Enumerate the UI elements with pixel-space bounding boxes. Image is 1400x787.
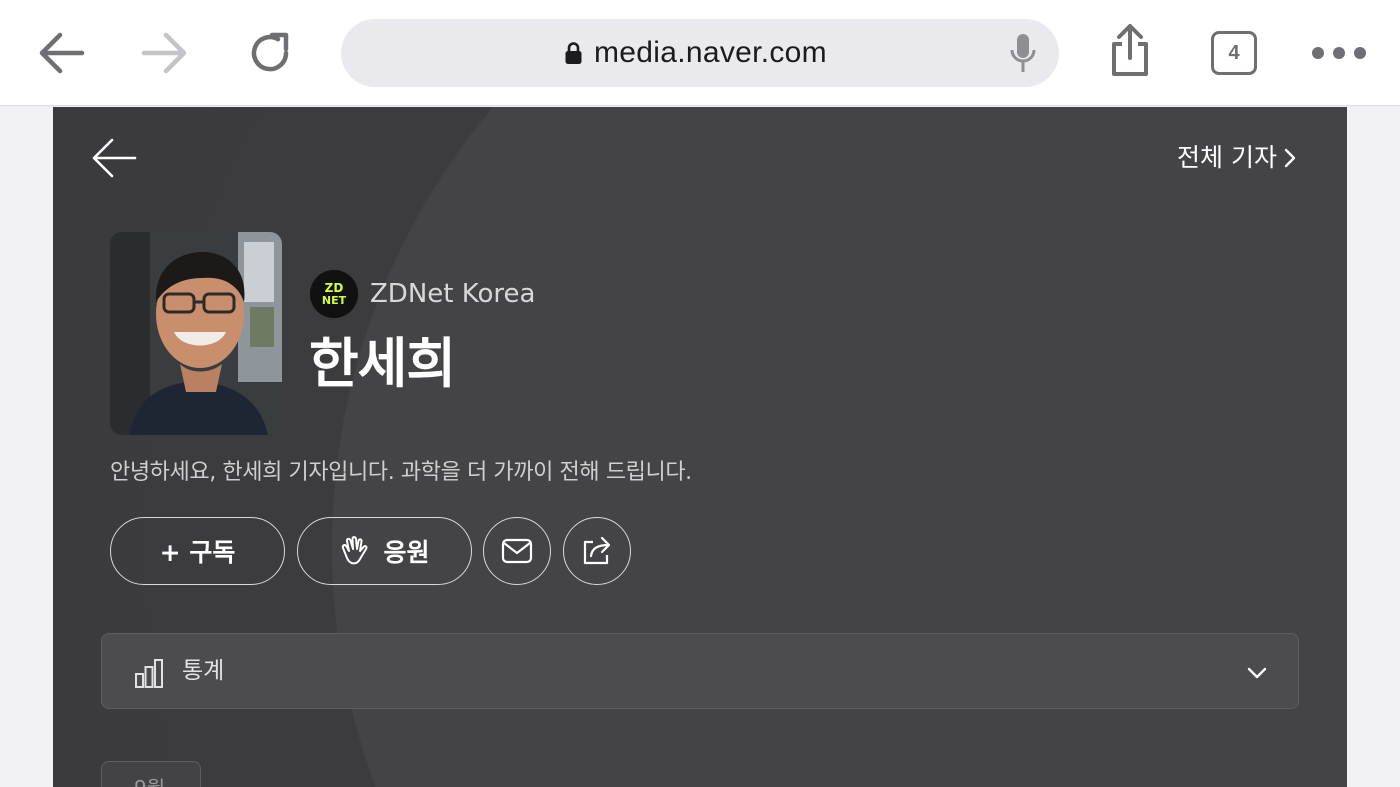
browser-back-button[interactable] (30, 26, 92, 80)
month-tab-label: 9월 (134, 772, 165, 787)
month-tab[interactable]: 9월 (101, 761, 201, 787)
clap-hand-icon (342, 536, 368, 565)
svg-text:ZD: ZD (325, 281, 344, 295)
browser-reload-button[interactable] (240, 24, 300, 82)
reporter-intro: 안녕하세요, 한세희 기자입니다. 과학을 더 가까이 전해 드립니다. (110, 460, 692, 485)
tab-count: 4 (1228, 41, 1240, 64)
chevron-right-icon (1284, 148, 1296, 168)
lock-icon (565, 42, 582, 64)
cheer-label: 응원 (383, 538, 430, 567)
mail-icon (501, 538, 533, 564)
all-reporters-link[interactable]: 전체 기자 (1177, 142, 1297, 174)
browser-toolbar: media.naver.com 4 (0, 0, 1400, 106)
share-icon (1112, 24, 1148, 76)
back-icon (39, 32, 85, 74)
press-name[interactable]: ZDNet Korea (370, 276, 535, 312)
reporter-photo (110, 232, 282, 435)
reload-icon (251, 32, 289, 72)
all-reporters-label: 전체 기자 (1177, 143, 1277, 172)
browser-share-button[interactable] (1104, 20, 1156, 80)
share-arrow-icon (583, 536, 611, 565)
share-profile-button[interactable] (563, 517, 631, 585)
subscribe-button[interactable]: + 구독 (110, 517, 285, 585)
svg-text:NET: NET (322, 294, 347, 307)
more-button[interactable] (1310, 40, 1368, 66)
bar-chart-icon (135, 659, 163, 688)
reporter-profile-page: 전체 기자 ZD NET ZDNet Korea 한세희 안녕하세요, 한세희 … (53, 107, 1347, 787)
email-button[interactable] (483, 517, 551, 585)
stats-toggle[interactable]: 통계 (101, 633, 1299, 709)
more-icon (1312, 47, 1366, 59)
press-logo[interactable]: ZD NET (310, 270, 358, 318)
tabs-button[interactable]: 4 (1211, 31, 1257, 75)
reporter-name: 한세희 (309, 332, 456, 395)
microphone-icon[interactable] (1007, 32, 1039, 74)
chevron-down-icon (1247, 667, 1267, 679)
browser-forward-button[interactable] (134, 26, 196, 80)
forward-icon (141, 32, 187, 74)
subscribe-label: + 구독 (159, 538, 236, 567)
cheer-button[interactable]: 응원 (297, 517, 472, 585)
stats-label: 통계 (182, 658, 225, 684)
address-bar-url[interactable]: media.naver.com (594, 33, 827, 73)
page-back-icon[interactable] (90, 137, 138, 179)
